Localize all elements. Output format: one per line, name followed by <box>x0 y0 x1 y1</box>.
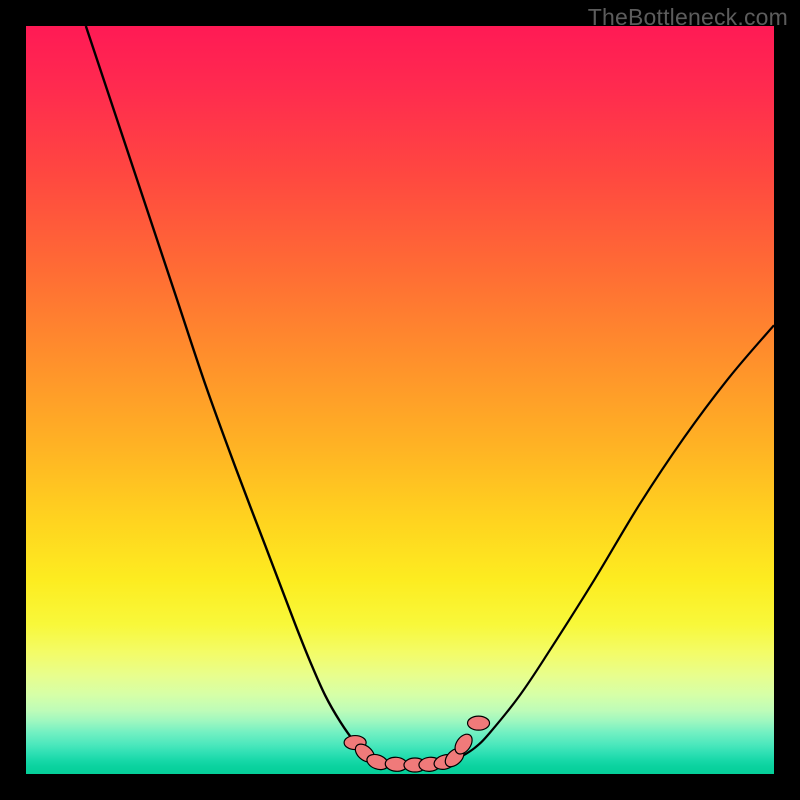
highlighted-markers <box>344 716 489 772</box>
marker-bead <box>468 716 490 730</box>
watermark-text: TheBottleneck.com <box>588 4 788 31</box>
plot-area <box>26 26 774 774</box>
outer-frame: TheBottleneck.com <box>0 0 800 800</box>
marker-layer <box>26 26 774 774</box>
